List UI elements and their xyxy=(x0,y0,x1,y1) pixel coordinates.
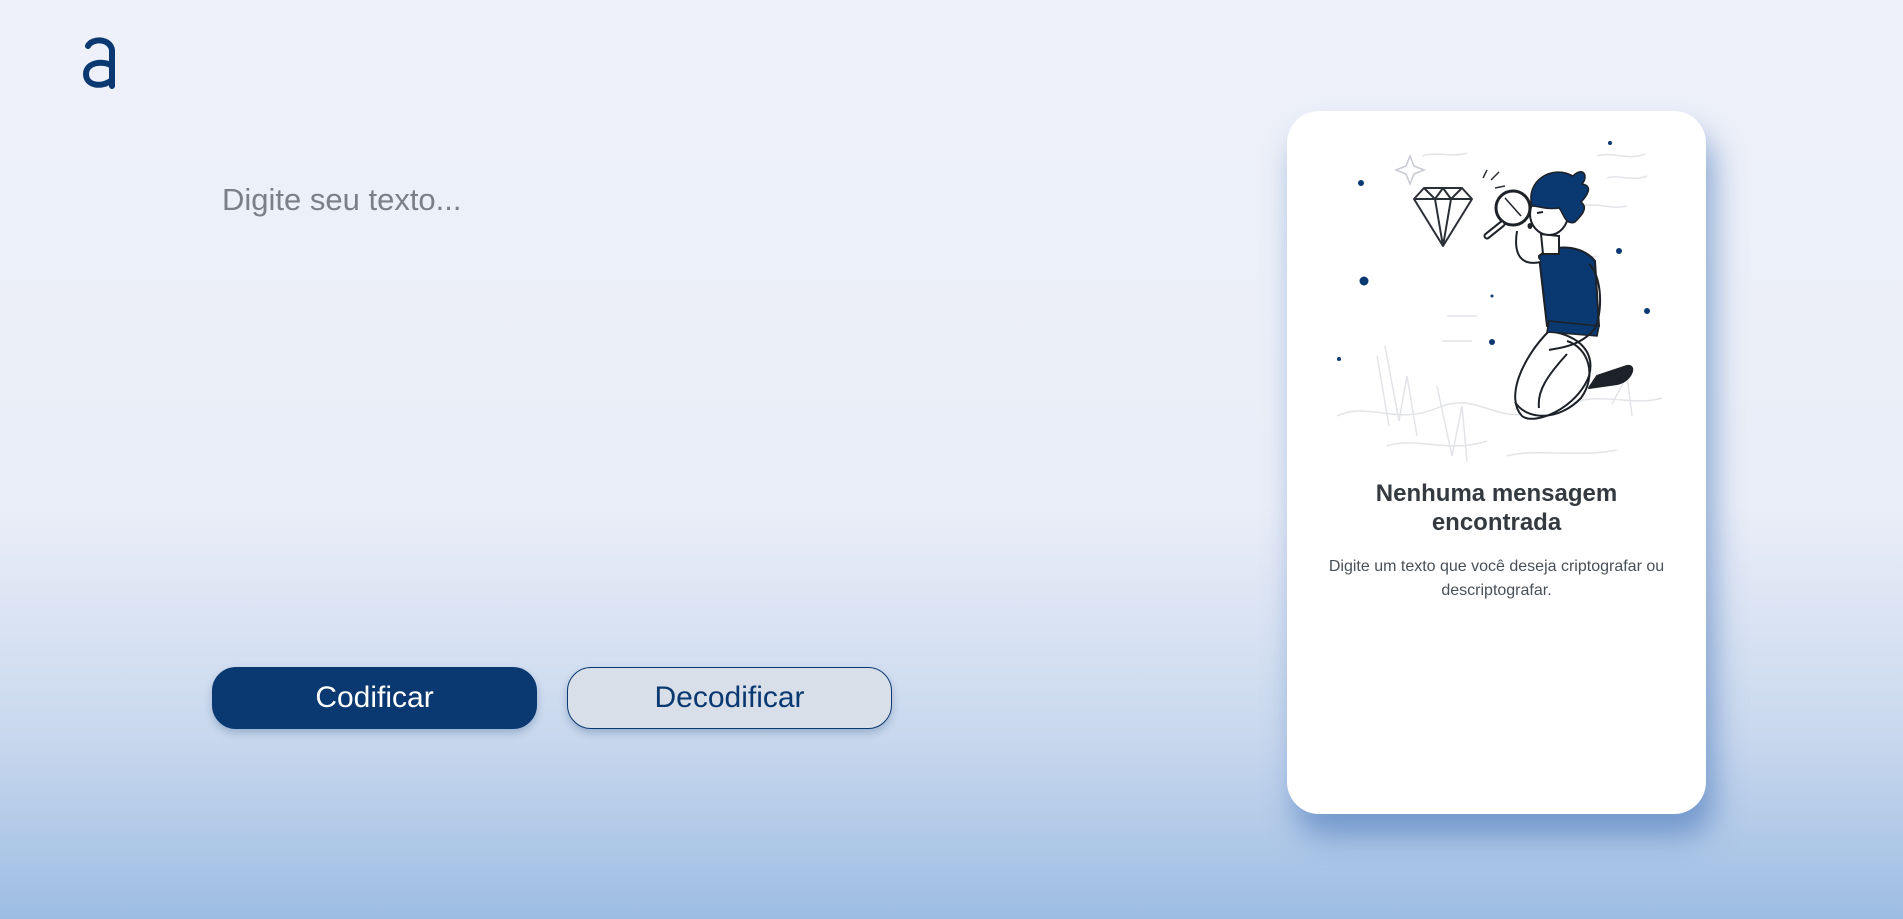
magnifier-diamond-illustration xyxy=(1336,141,1663,462)
output-card: Nenhuma mensagem encontrada Digite um te… xyxy=(1287,111,1706,814)
encode-button[interactable]: Codificar xyxy=(212,667,537,729)
empty-state-subtitle: Digite um texto que você deseja criptogr… xyxy=(1328,558,1665,599)
decode-button[interactable]: Decodificar xyxy=(567,667,892,729)
empty-state-title: Nenhuma mensagem encontrada xyxy=(1375,480,1618,536)
alura-logo-icon[interactable] xyxy=(80,36,120,92)
message-input[interactable] xyxy=(218,178,1146,626)
